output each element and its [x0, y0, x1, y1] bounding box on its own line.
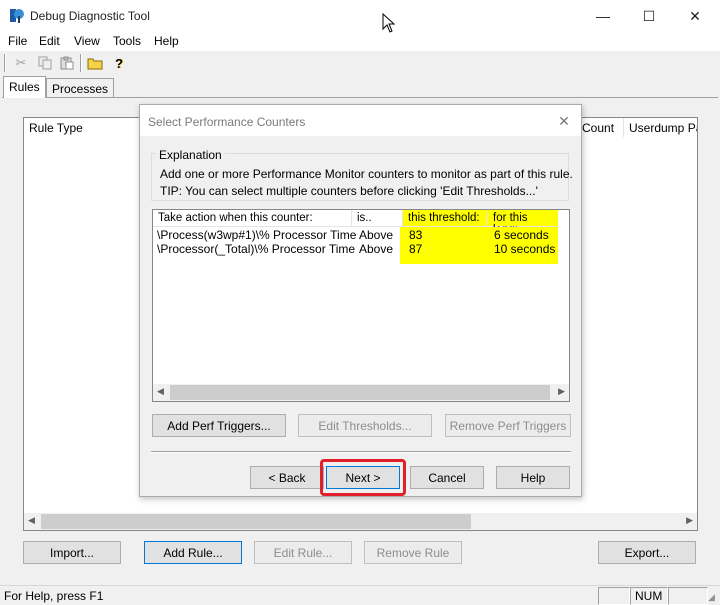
- edit-rule-button[interactable]: Edit Rule...: [254, 541, 352, 564]
- comparison: Above: [359, 242, 394, 256]
- toolbar: ✂ ?: [0, 51, 720, 75]
- remove-rule-button[interactable]: Remove Rule: [364, 541, 462, 564]
- threshold-value: 83: [409, 228, 423, 242]
- mouse-cursor-icon: [382, 13, 396, 33]
- close-icon: ✕: [558, 112, 570, 129]
- menu-file[interactable]: File: [8, 34, 27, 48]
- tab-processes[interactable]: Processes: [46, 78, 115, 98]
- table-row[interactable]: \Process(w3wp#1)\% Processor Time Above …: [153, 228, 569, 242]
- horizontal-scrollbar[interactable]: ◀ ▶: [24, 513, 697, 530]
- column-header-is[interactable]: is..: [352, 210, 403, 227]
- status-bar: For Help, press F1 NUM ◢: [0, 585, 720, 605]
- explanation-tip: TIP: You can select multiple counters be…: [160, 184, 538, 198]
- back-button[interactable]: < Back: [250, 466, 324, 489]
- open-folder-icon[interactable]: [86, 54, 104, 72]
- toolbar-separator: [80, 54, 82, 72]
- next-button-callout: [320, 459, 406, 496]
- window-title: Debug Diagnostic Tool: [30, 9, 150, 23]
- maximize-button[interactable]: ☐: [626, 0, 672, 32]
- cut-icon[interactable]: ✂: [12, 54, 30, 72]
- remove-perf-triggers-button[interactable]: Remove Perf Triggers: [445, 414, 571, 437]
- maximize-icon: ☐: [642, 7, 656, 24]
- scrollbar-thumb[interactable]: [170, 385, 550, 400]
- paste-icon[interactable]: [58, 54, 76, 72]
- comparison: Above: [359, 228, 394, 242]
- title-bar: Debug Diagnostic Tool — ☐ ✕: [0, 0, 720, 32]
- minimize-button[interactable]: —: [580, 0, 626, 32]
- table-row[interactable]: \Processor(_Total)\% Processor Time Abov…: [153, 242, 569, 256]
- close-button[interactable]: ✕: [672, 0, 718, 32]
- help-icon[interactable]: ?: [110, 54, 128, 72]
- column-header-duration[interactable]: for this long:: [488, 210, 558, 236]
- menu-bar: File Edit View Tools Help: [0, 32, 720, 51]
- counter-name: \Process(w3wp#1)\% Processor Time: [157, 228, 357, 242]
- duration-value: 10 seconds: [494, 242, 556, 256]
- explanation-text: Add one or more Performance Monitor coun…: [160, 167, 573, 181]
- status-panel-caps: [598, 587, 630, 605]
- menu-help[interactable]: Help: [154, 34, 179, 48]
- scroll-left-icon[interactable]: ◀: [157, 386, 164, 397]
- duration-value: 6 seconds: [494, 228, 549, 242]
- status-help-text: For Help, press F1: [4, 589, 104, 603]
- import-button[interactable]: Import...: [23, 541, 121, 564]
- scrollbar-thumb[interactable]: [41, 514, 471, 529]
- help-button[interactable]: Help: [496, 466, 570, 489]
- status-panel-num: NUM: [630, 587, 668, 605]
- menu-edit[interactable]: Edit: [39, 34, 60, 48]
- toolbar-separator: [4, 54, 6, 72]
- add-rule-button[interactable]: Add Rule...: [144, 541, 242, 564]
- copy-icon[interactable]: [36, 54, 54, 72]
- close-icon: ✕: [689, 7, 701, 24]
- select-performance-counters-dialog: Select Performance Counters ✕ Explanatio…: [139, 104, 582, 497]
- status-panel-scrl: [668, 587, 708, 605]
- dialog-close-button[interactable]: ✕: [554, 111, 574, 131]
- scroll-left-icon[interactable]: ◀: [28, 515, 35, 526]
- resize-grip-icon[interactable]: ◢: [708, 592, 715, 603]
- tab-rules[interactable]: Rules: [3, 76, 46, 98]
- minimize-icon: —: [596, 8, 610, 24]
- menu-view[interactable]: View: [74, 34, 100, 48]
- threshold-value: 87: [409, 242, 423, 256]
- dialog-title-bar: Select Performance Counters ✕: [140, 105, 581, 136]
- edit-thresholds-button[interactable]: Edit Thresholds...: [298, 414, 432, 437]
- add-perf-triggers-button[interactable]: Add Perf Triggers...: [152, 414, 286, 437]
- divider: [151, 451, 571, 453]
- app-icon: [10, 9, 24, 23]
- horizontal-scrollbar[interactable]: ◀ ▶: [153, 384, 569, 401]
- column-header-threshold[interactable]: this threshold:: [403, 210, 488, 227]
- counter-name: \Processor(_Total)\% Processor Time: [157, 242, 356, 256]
- column-header-counter[interactable]: Take action when this counter:: [153, 210, 352, 227]
- perf-counter-list[interactable]: Take action when this counter: is.. this…: [152, 209, 570, 402]
- column-header-userdump-path[interactable]: Userdump Pat: [624, 118, 697, 137]
- scroll-right-icon[interactable]: ▶: [686, 515, 693, 526]
- explanation-label: Explanation: [156, 148, 225, 162]
- scroll-right-icon[interactable]: ▶: [558, 386, 565, 397]
- export-button[interactable]: Export...: [598, 541, 696, 564]
- column-header-count[interactable]: Count: [576, 118, 624, 137]
- menu-tools[interactable]: Tools: [113, 34, 141, 48]
- dialog-title: Select Performance Counters: [148, 115, 306, 129]
- cancel-button[interactable]: Cancel: [410, 466, 484, 489]
- column-header-rule-type[interactable]: Rule Type: [24, 118, 144, 137]
